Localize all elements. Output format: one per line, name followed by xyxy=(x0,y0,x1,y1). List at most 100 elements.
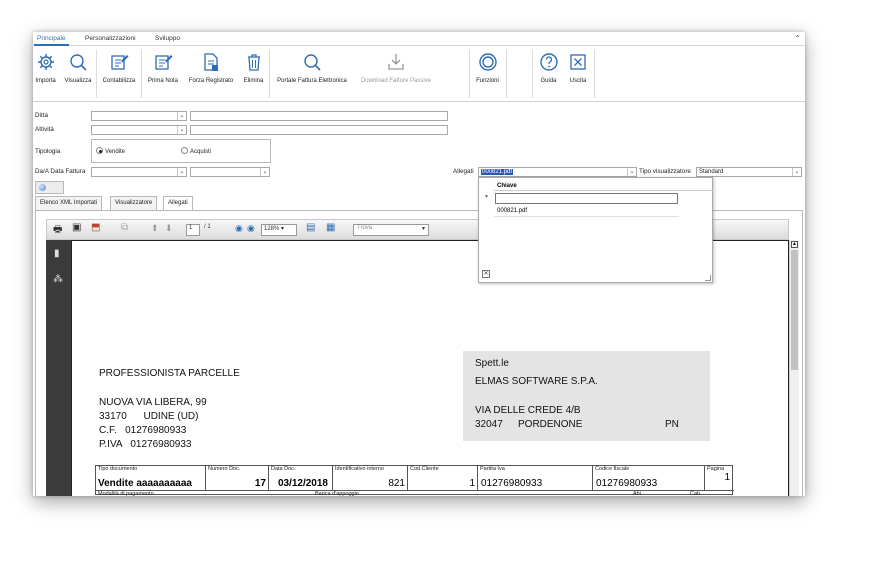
tab-principale[interactable]: Principale xyxy=(34,35,69,46)
data-fattura-label: Da/A Data Fattura xyxy=(35,168,86,175)
chevron-down-icon[interactable]: ▾ xyxy=(422,225,425,232)
header-modalita-pagamento: Modalità di pagamento xyxy=(98,491,154,497)
value-numero-doc: 17 xyxy=(254,478,266,489)
pdf-sidebar: ▮ ⁂ xyxy=(46,240,71,496)
uscita-button[interactable]: Uscita xyxy=(565,50,591,98)
portale-fattura-button[interactable]: Portale Fattura Elettronica xyxy=(271,50,353,98)
zoom-field[interactable]: 128% ▾ xyxy=(261,224,297,236)
radio-vendite[interactable]: Vendite xyxy=(96,147,125,155)
collapse-ribbon-icon[interactable]: ⌃ xyxy=(794,34,801,43)
page-up-icon[interactable]: ⬆ xyxy=(151,223,159,235)
tipologia-radio-group: Vendite Acquisti xyxy=(91,139,271,163)
search-icon xyxy=(70,54,87,71)
export-icon[interactable]: ⬒ xyxy=(91,222,100,234)
ribbon-separator xyxy=(506,50,507,98)
download-fatture-button[interactable]: Download Fatture Passive xyxy=(356,50,436,98)
tipo-visualizzatore-value: Standard xyxy=(699,169,724,175)
dropdown-column-header: Chiave xyxy=(494,181,713,191)
chevron-down-icon[interactable]: ⌄ xyxy=(177,168,186,176)
chevron-down-icon[interactable]: ⌄ xyxy=(627,168,636,176)
allegati-combo[interactable]: 000821.pdf ⌄ xyxy=(478,167,637,177)
resize-grip[interactable] xyxy=(705,275,711,281)
zoom-value: 128% xyxy=(264,226,280,232)
zoom-in-icon[interactable]: ◉ xyxy=(247,223,255,235)
prima-nota-button[interactable]: Prima Nota xyxy=(144,50,182,98)
prima-nota-label: Prima Nota xyxy=(147,78,178,84)
ditta-label: Ditta xyxy=(35,112,48,119)
pages-icon[interactable]: ▮ xyxy=(54,248,60,259)
scroll-up-icon[interactable]: ▲ xyxy=(791,241,798,248)
visualizza-button[interactable]: Visualizza xyxy=(62,50,94,98)
value-tipo-documento: Vendite aaaaaaaaaa xyxy=(98,478,192,489)
importa-button[interactable]: Importa xyxy=(33,50,58,98)
header-data-doc: Data Doc. xyxy=(271,466,296,472)
chevron-down-icon[interactable]: ⌄ xyxy=(792,168,801,176)
chevron-down-icon[interactable]: ⌄ xyxy=(260,168,269,176)
tab-elenco-xml[interactable]: Elenco XML Importati xyxy=(35,196,103,210)
cell-codice-fiscale: Codice fiscale 01276980933 xyxy=(593,466,705,490)
tab-personalizzazioni[interactable]: Personalizzazioni xyxy=(85,35,136,42)
cell-identificativo: Identificativo interno 821 xyxy=(333,466,408,490)
tab-allegati[interactable]: Allegati xyxy=(163,196,193,211)
close-icon[interactable]: ✕ xyxy=(482,270,490,278)
recipient-name: ELMAS SOFTWARE S.P.A. xyxy=(475,376,598,387)
dropdown-item[interactable]: 000821.pdf xyxy=(494,206,679,217)
value-partita-iva: 01276980933 xyxy=(481,478,543,489)
ribbon-tab-bar: Principale Personalizzazioni Sviluppo ⌃ xyxy=(33,32,805,46)
cell-partita-iva: Partita Iva 01276980933 xyxy=(478,466,593,490)
value-identificativo: 821 xyxy=(388,478,405,489)
attivita-combo[interactable]: ⌄ xyxy=(91,125,187,135)
recipient-address: VIA DELLE CREDE 4/B xyxy=(475,405,581,416)
radio-acquisti[interactable]: Acquisti xyxy=(181,147,211,155)
allegati-value: 000821.pdf xyxy=(481,169,514,175)
value-cod-cliente: 1 xyxy=(469,478,475,489)
header-pagina: Pagina xyxy=(707,466,725,472)
tab-visualizzatore[interactable]: Visualizzatore xyxy=(110,196,158,210)
chevron-down-icon[interactable]: ⌄ xyxy=(177,112,186,120)
page-number-field[interactable]: 1 xyxy=(186,224,200,236)
data-a-combo[interactable]: ⌄ xyxy=(190,167,270,177)
allegati-dropdown: Chiave ▼ 000821.pdf ✕ xyxy=(478,177,713,283)
page-down-icon[interactable]: ⬇ xyxy=(165,223,173,235)
portale-fattura-label: Portale Fattura Elettronica xyxy=(277,78,347,84)
copy-icon[interactable]: ⧉ xyxy=(121,222,128,234)
header-banca-appoggio: Banca d'appoggio xyxy=(315,491,359,497)
forza-registrato-button[interactable]: Forza Registrato xyxy=(184,50,238,98)
elimina-label: Elimina xyxy=(243,78,264,84)
funzioni-button[interactable]: Funzioni xyxy=(472,50,503,98)
tipo-visualizzatore-label: Tipo visualizzatore xyxy=(639,168,691,175)
data-da-combo[interactable]: ⌄ xyxy=(91,167,187,177)
ditta-combo[interactable]: ⌄ xyxy=(91,111,187,121)
header-numero-doc: Numero Doc. xyxy=(208,466,241,472)
recipient-cap: 32047 xyxy=(475,419,503,430)
attivita-description-field[interactable] xyxy=(190,125,448,135)
find-field[interactable]: Trova ▾ xyxy=(353,224,429,236)
tipo-visualizzatore-combo[interactable]: Standard ⌄ xyxy=(696,167,802,177)
elimina-button[interactable]: Elimina xyxy=(240,50,267,98)
zoom-out-icon[interactable]: ◉ xyxy=(235,223,243,235)
contabilizza-button[interactable]: Contabilizza xyxy=(99,50,139,98)
save-icon[interactable]: ▣ xyxy=(72,222,81,234)
tab-sviluppo[interactable]: Sviluppo xyxy=(155,35,180,42)
fit-width-icon[interactable]: ▦ xyxy=(326,222,335,234)
value-pagina: 1 xyxy=(724,472,730,483)
bookmarks-icon[interactable]: ⁂ xyxy=(53,274,63,285)
attivita-label: Attività xyxy=(35,126,54,133)
refresh-button[interactable] xyxy=(35,181,64,194)
sender-city: 33170 UDINE (UD) xyxy=(99,411,199,422)
dropdown-filter-input[interactable] xyxy=(495,193,678,204)
document-header-table: Tipo documento Vendite aaaaaaaaaa Numero … xyxy=(95,465,734,497)
sender-piva: P.IVA 01276980933 xyxy=(99,439,192,450)
pdf-scrollbar[interactable]: ▲ xyxy=(789,240,799,496)
guida-button[interactable]: Guida xyxy=(535,50,562,98)
ditta-description-field[interactable] xyxy=(190,111,448,121)
filter-marker-icon: ▼ xyxy=(484,194,489,200)
ribbon-separator xyxy=(532,50,533,98)
download-fatture-label: Download Fatture Passive xyxy=(360,78,432,84)
print-icon[interactable]: 🖶 xyxy=(53,222,62,235)
fit-page-icon[interactable]: ▤ xyxy=(306,222,315,234)
cell-pagina: Pagina 1 xyxy=(705,466,733,490)
importa-label: Importa xyxy=(35,78,56,84)
scroll-thumb[interactable] xyxy=(791,250,798,370)
chevron-down-icon[interactable]: ⌄ xyxy=(177,126,186,134)
